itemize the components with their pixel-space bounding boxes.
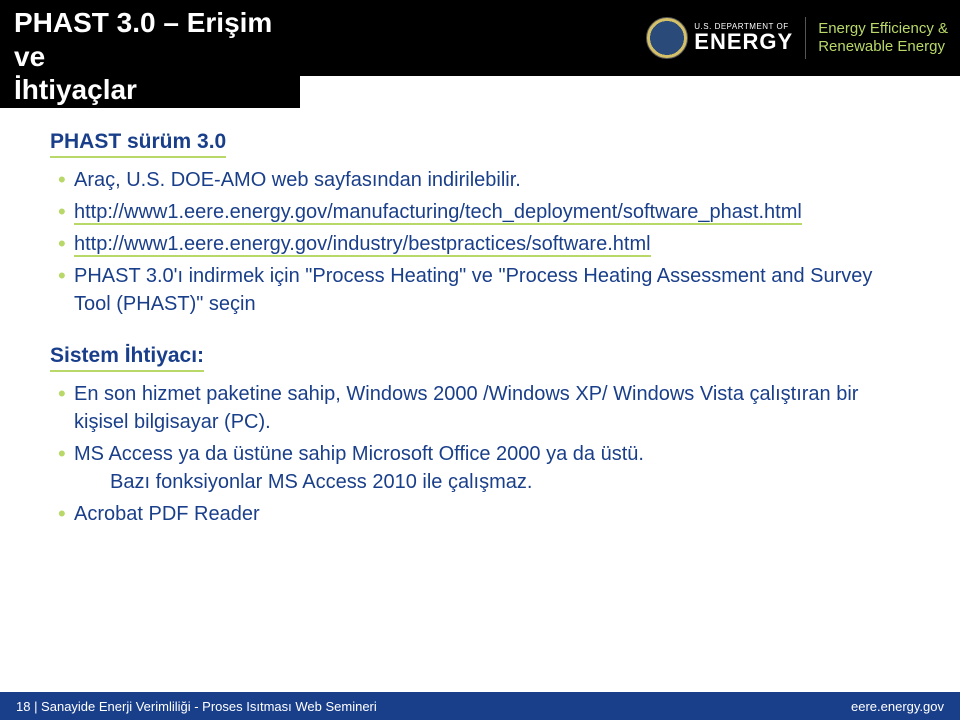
section1-heading: PHAST sürüm 3.0 <box>50 130 226 158</box>
item-text: PHAST 3.0'ı indirmek için "Process Heati… <box>74 265 872 315</box>
slide-title-block: PHAST 3.0 – Erişim ve İhtiyaçlar <box>0 0 300 108</box>
footer-left: 18 | Sanayide Enerji Verimliliği - Prose… <box>16 699 377 714</box>
section1-list: Araç, U.S. DOE-AMO web sayfasından indir… <box>50 166 910 318</box>
slide-title-line1: PHAST 3.0 – Erişim ve <box>14 6 286 73</box>
link-text[interactable]: http://www1.eere.energy.gov/manufacturin… <box>74 201 802 225</box>
footer-right: eere.energy.gov <box>851 699 944 714</box>
list-item: Araç, U.S. DOE-AMO web sayfasından indir… <box>58 166 910 194</box>
item-text: Acrobat PDF Reader <box>74 503 260 525</box>
section2-heading: Sistem İhtiyacı: <box>50 344 204 372</box>
doe-seal-icon <box>646 17 688 59</box>
section2-list: En son hizmet paketine sahip, Windows 20… <box>50 380 910 528</box>
list-item: Acrobat PDF Reader <box>58 500 910 528</box>
list-item: En son hizmet paketine sahip, Windows 20… <box>58 380 910 436</box>
item-note: Bazı fonksiyonlar MS Access 2010 ile çal… <box>74 468 910 496</box>
eere-line2: Renewable Energy <box>818 38 948 56</box>
vertical-separator <box>805 17 806 59</box>
item-text: En son hizmet paketine sahip, Windows 20… <box>74 383 858 433</box>
eere-label: Energy Efficiency & Renewable Energy <box>818 20 948 56</box>
footer-bar: 18 | Sanayide Enerji Verimliliği - Prose… <box>0 692 960 720</box>
list-item: MS Access ya da üstüne sahip Microsoft O… <box>58 440 910 496</box>
header-right: U.S. DEPARTMENT OF ENERGY Energy Efficie… <box>646 17 948 59</box>
slide-title-line2: İhtiyaçlar <box>14 73 286 107</box>
list-item: PHAST 3.0'ı indirmek için "Process Heati… <box>58 262 910 318</box>
doe-logo: U.S. DEPARTMENT OF ENERGY <box>646 17 793 59</box>
eere-line1: Energy Efficiency & <box>818 20 948 38</box>
list-item: http://www1.eere.energy.gov/industry/bes… <box>58 230 910 258</box>
list-item: http://www1.eere.energy.gov/manufacturin… <box>58 198 910 226</box>
link-text[interactable]: http://www1.eere.energy.gov/industry/bes… <box>74 233 651 257</box>
item-text: MS Access ya da üstüne sahip Microsoft O… <box>74 443 644 465</box>
content-area: PHAST sürüm 3.0 Araç, U.S. DOE-AMO web s… <box>50 130 910 554</box>
item-text: Araç, U.S. DOE-AMO web sayfasından indir… <box>74 169 521 191</box>
doe-energy-label: ENERGY <box>694 31 793 53</box>
